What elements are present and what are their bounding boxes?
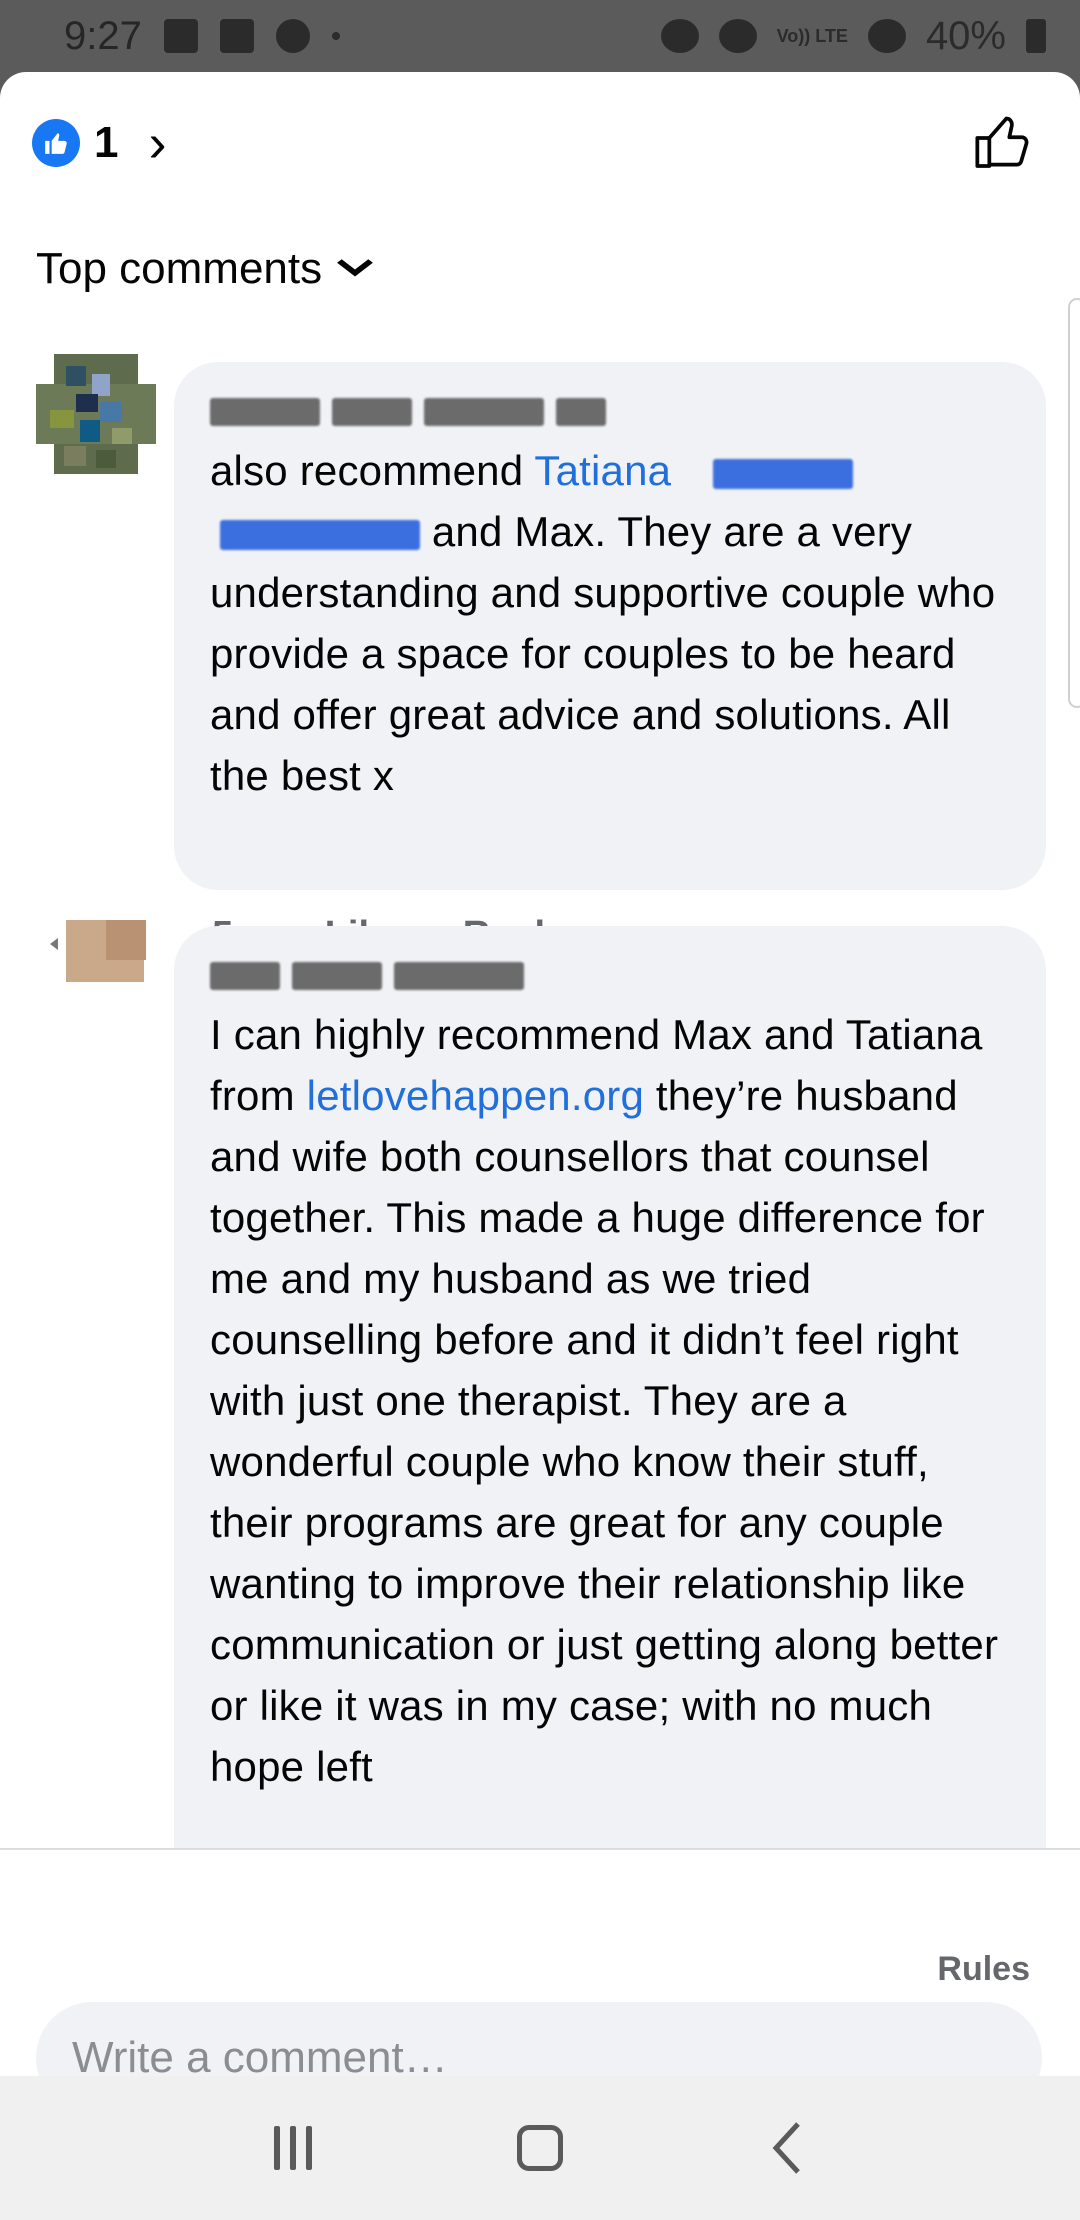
back-icon	[772, 2122, 800, 2174]
reactions-summary[interactable]: 1 ›	[32, 116, 166, 170]
sort-dropdown[interactable]: Top comments	[36, 244, 374, 294]
recents-button[interactable]	[248, 2103, 338, 2193]
mention-redacted	[220, 519, 420, 550]
navigation-bar	[0, 2076, 1080, 2220]
comment-text-segment: they’re husband and wife both counsellor…	[210, 1072, 999, 1790]
mention-redacted	[713, 458, 854, 489]
message-icon	[219, 19, 254, 53]
status-time: 9:27	[64, 13, 142, 58]
battery-percent: 40%	[925, 13, 1006, 58]
mention-link[interactable]: Tatiana	[534, 447, 671, 494]
chevron-down-icon	[336, 252, 375, 286]
alarm-icon	[660, 19, 699, 53]
reaction-count: 1	[94, 118, 119, 167]
wifi-icon	[867, 19, 906, 53]
comment-bubble[interactable]: also recommend Tatiana and Max. They are…	[174, 362, 1046, 890]
comment-text: also recommend Tatiana and Max. They are…	[210, 440, 1010, 806]
recents-icon	[274, 2126, 313, 2170]
status-right: Vo)) LTE 40%	[660, 13, 1046, 59]
home-button[interactable]	[495, 2103, 585, 2193]
comment-text: I can highly recommend Max and Tatiana f…	[210, 1004, 1010, 1797]
battery-icon	[1026, 19, 1046, 53]
scrollbar[interactable]	[1068, 298, 1080, 708]
rules-link[interactable]: Rules	[937, 1950, 1030, 1989]
thumbs-up-icon	[32, 119, 80, 167]
mute-icon	[718, 19, 757, 53]
author-name-redacted[interactable]	[210, 394, 670, 430]
status-left: 9:27	[64, 14, 340, 59]
comment-text-segment: also recommend	[210, 447, 535, 494]
website-link[interactable]: letlovehappen.org	[307, 1072, 644, 1119]
comment-composer: Rules	[0, 1848, 1080, 2076]
gallery-icon	[163, 19, 198, 53]
comment-text-segment: and Max. They are a very understanding a…	[210, 508, 996, 799]
more-notifications-icon	[331, 32, 340, 40]
volte-label: Vo)) LTE	[776, 26, 848, 46]
author-name-redacted[interactable]	[210, 958, 670, 994]
status-bar: 9:27 Vo)) LTE 40%	[0, 0, 1080, 72]
sort-label: Top comments	[36, 244, 323, 293]
thumbs-up-outline-icon[interactable]	[972, 110, 1036, 174]
avatar[interactable]	[50, 914, 170, 1034]
comment-input[interactable]	[36, 2002, 1042, 2076]
chevron-right-icon: ›	[148, 113, 167, 173]
back-button[interactable]	[742, 2103, 832, 2193]
comments-sheet: 1 › Top comments also recommend Tatiana …	[0, 72, 1080, 2076]
messenger-icon	[275, 19, 310, 53]
home-icon	[516, 2125, 563, 2171]
avatar[interactable]	[36, 354, 156, 474]
